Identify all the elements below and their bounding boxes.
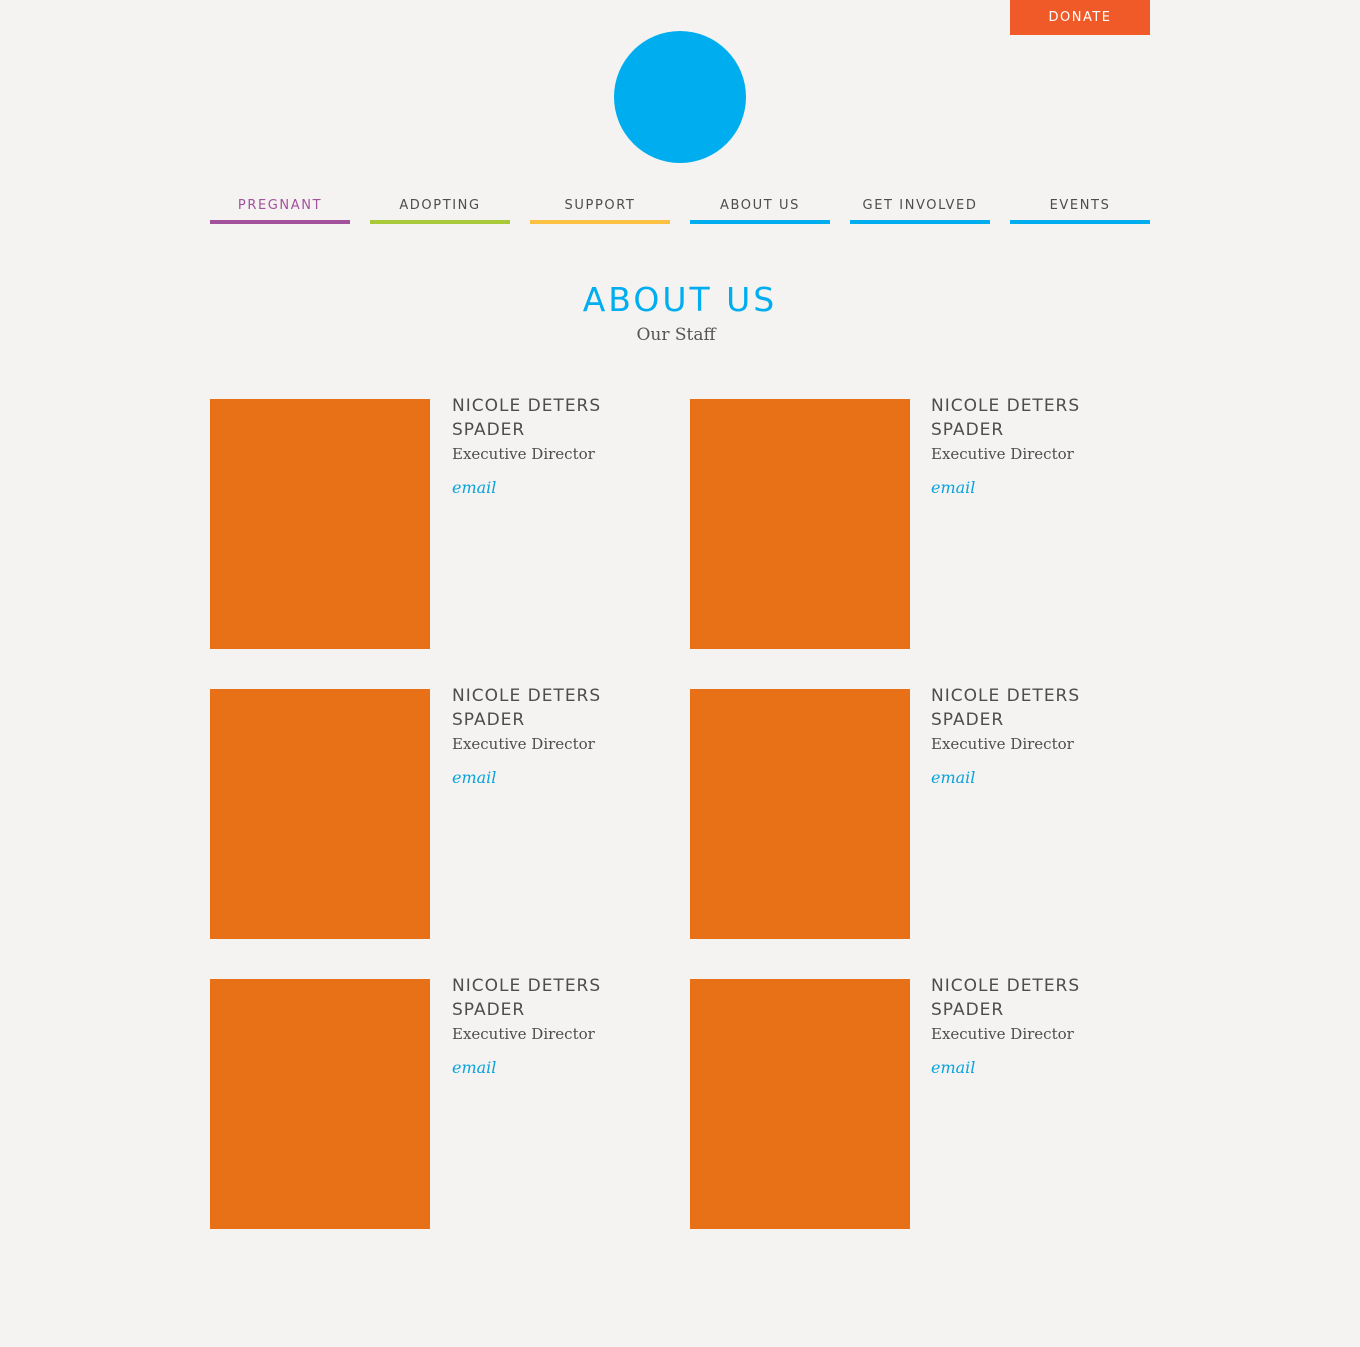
staff-name: NICOLE DETERS SPADER xyxy=(931,686,1081,730)
nav-item-adopting[interactable]: ADOPTING xyxy=(370,196,510,224)
staff-card: NICOLE DETERS SPADER Executive Director … xyxy=(210,976,670,1229)
page-subtitle: Our Staff xyxy=(636,325,716,345)
staff-name: NICOLE DETERS SPADER xyxy=(452,976,602,1020)
staff-photo xyxy=(210,979,430,1229)
staff-photo xyxy=(690,689,910,939)
nav-item-get-involved[interactable]: GET INVOLVED xyxy=(850,196,990,224)
staff-role: Executive Director xyxy=(931,1025,1074,1043)
staff-email-link[interactable]: email xyxy=(452,477,496,499)
staff-email-link[interactable]: email xyxy=(931,1057,975,1079)
logo-circle[interactable] xyxy=(614,31,746,163)
staff-photo xyxy=(210,689,430,939)
staff-card: NICOLE DETERS SPADER Executive Director … xyxy=(210,686,670,939)
page-title: ABOUT US xyxy=(582,280,778,319)
staff-email-link[interactable]: email xyxy=(931,767,975,789)
staff-photo xyxy=(690,399,910,649)
staff-email-link[interactable]: email xyxy=(931,477,975,499)
nav-item-events[interactable]: EVENTS xyxy=(1010,196,1150,224)
staff-name: NICOLE DETERS SPADER xyxy=(931,396,1081,440)
nav-item-pregnant[interactable]: PREGNANT xyxy=(210,196,350,224)
staff-email-link[interactable]: email xyxy=(452,767,496,789)
staff-card: NICOLE DETERS SPADER Executive Director … xyxy=(690,976,1150,1229)
staff-role: Executive Director xyxy=(452,735,595,753)
staff-card: NICOLE DETERS SPADER Executive Director … xyxy=(690,686,1150,939)
staff-card: NICOLE DETERS SPADER Executive Director … xyxy=(210,396,670,649)
nav-item-about-us[interactable]: ABOUT US xyxy=(690,196,830,224)
staff-role: Executive Director xyxy=(931,735,1074,753)
staff-role: Executive Director xyxy=(452,445,595,463)
staff-role: Executive Director xyxy=(931,445,1074,463)
staff-email-link[interactable]: email xyxy=(452,1057,496,1079)
staff-photo xyxy=(690,979,910,1229)
main-nav: PREGNANT ADOPTING SUPPORT ABOUT US GET I… xyxy=(210,196,1150,228)
staff-name: NICOLE DETERS SPADER xyxy=(931,976,1081,1020)
donate-button[interactable]: DONATE xyxy=(1010,0,1150,35)
staff-photo xyxy=(210,399,430,649)
staff-name: NICOLE DETERS SPADER xyxy=(452,686,602,730)
staff-card: NICOLE DETERS SPADER Executive Director … xyxy=(690,396,1150,649)
staff-name: NICOLE DETERS SPADER xyxy=(452,396,602,440)
nav-item-support[interactable]: SUPPORT xyxy=(530,196,670,224)
staff-role: Executive Director xyxy=(452,1025,595,1043)
